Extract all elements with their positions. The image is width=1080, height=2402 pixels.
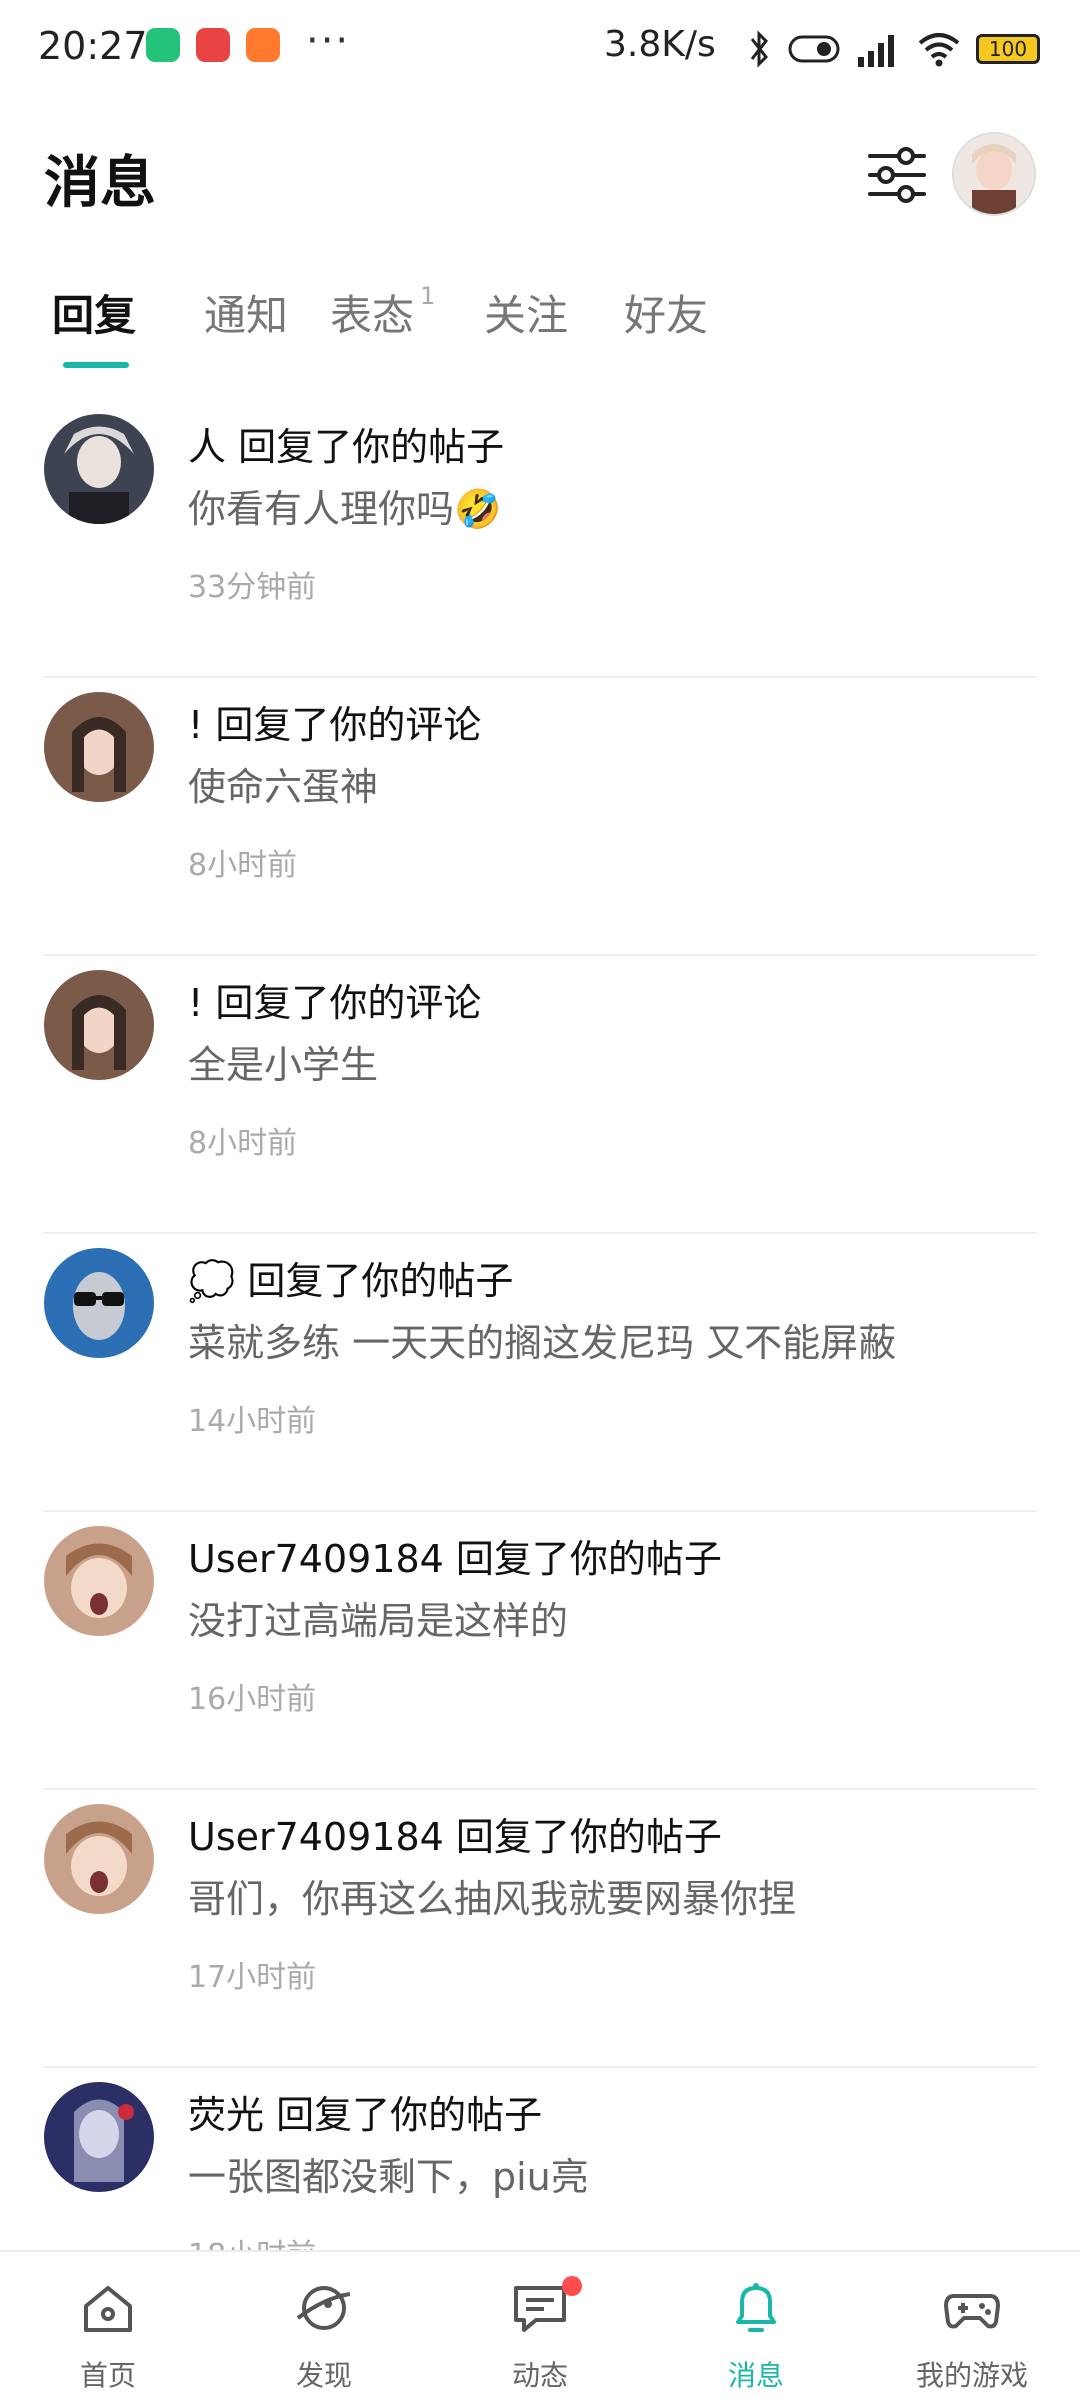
app-icon-orange [246, 28, 280, 62]
message-item[interactable]: User7409184 回复了你的帖子 哥们，你再这么抽风我就要网暴你捏 17小… [0, 1790, 1080, 2068]
tab-reactions-label: 表态 [330, 291, 415, 340]
avatar[interactable] [44, 970, 154, 1080]
bell-icon [736, 2283, 776, 2332]
header: 消息 [0, 120, 1080, 230]
message-time: 8小时前 [188, 1126, 298, 1161]
tab-friends[interactable]: 好友 [624, 282, 708, 343]
nav-label: 首页 [79, 2359, 136, 2392]
tab-replies[interactable]: 回复 [52, 282, 136, 343]
nav-label: 我的游戏 [915, 2359, 1028, 2392]
page-title: 消息 [44, 151, 156, 216]
nav-label: 消息 [727, 2359, 784, 2392]
nav-discover[interactable]: 发现 [216, 2252, 432, 2402]
unread-dot [562, 2276, 582, 2296]
message-title: User7409184 回复了你的帖子 [188, 1815, 722, 1859]
app-icon-red [196, 28, 230, 62]
status-bar: 20:27 ··· 3.8K/s 100 [0, 0, 1080, 96]
nav-messages[interactable]: 消息 [648, 2252, 864, 2402]
tab-notifications[interactable]: 通知 [204, 282, 288, 343]
message-content: 没打过高端局是这样的 [188, 1599, 569, 1643]
message-content: 哥们，你再这么抽风我就要网暴你捏 [188, 1877, 797, 1921]
discover-icon [296, 2286, 351, 2330]
message-item[interactable]: 💭 回复了你的帖子 菜就多练 一天天的搁这发尼玛 又不能屏蔽 14小时前 [0, 1234, 1080, 1512]
tab-reactions[interactable]: 表态 1 [330, 282, 435, 343]
status-icons: 100 [744, 24, 1040, 74]
message-item[interactable]: ! 回复了你的评论 全是小学生 8小时前 [0, 956, 1080, 1234]
message-title: 人 回复了你的帖子 [188, 425, 505, 469]
home-icon [84, 2286, 132, 2332]
vibrate-icon [788, 35, 840, 63]
message-content: 全是小学生 [188, 1043, 379, 1087]
message-content: 你看有人理你吗🤣 [188, 487, 502, 531]
nav-home[interactable]: 首页 [0, 2252, 216, 2402]
nav-feed[interactable]: 动态 [432, 2252, 648, 2402]
wifi-icon [918, 33, 960, 67]
message-time: 14小时前 [188, 1404, 317, 1439]
message-item[interactable]: 人 回复了你的帖子 你看有人理你吗🤣 33分钟前 [0, 400, 1080, 678]
avatar[interactable] [44, 2082, 154, 2192]
message-content: 一张图都没剩下，piu亮 [188, 2155, 589, 2199]
message-title: 荧光 回复了你的帖子 [188, 2093, 543, 2137]
message-time: 16小时前 [188, 1682, 317, 1717]
message-item[interactable]: ! 回复了你的评论 使命六蛋神 8小时前 [0, 678, 1080, 956]
signal-icon [858, 35, 894, 67]
status-time: 20:27 [38, 24, 148, 68]
active-tab-indicator [63, 362, 129, 368]
message-title: ! 回复了你的评论 [188, 703, 482, 747]
avatar[interactable] [44, 1526, 154, 1636]
avatar[interactable] [44, 1804, 154, 1914]
message-time: 8小时前 [188, 848, 298, 883]
bottom-nav: 首页 发现 动态 消息 我的游戏 [0, 2250, 1080, 2402]
message-content: 菜就多练 一天天的搁这发尼玛 又不能屏蔽 [188, 1321, 897, 1365]
message-time: 33分钟前 [188, 570, 317, 605]
bluetooth-icon [750, 30, 768, 68]
message-content: 使命六蛋神 [188, 765, 379, 809]
gamepad-icon [944, 2294, 1000, 2329]
avatar[interactable] [44, 414, 154, 524]
message-item[interactable]: User7409184 回复了你的帖子 没打过高端局是这样的 16小时前 [0, 1512, 1080, 1790]
sliders-icon[interactable] [862, 140, 932, 210]
message-title: 💭 回复了你的帖子 [188, 1259, 514, 1303]
network-speed: 3.8K/s [604, 24, 716, 65]
reaction-count-badge: 1 [420, 282, 436, 310]
nav-my-games[interactable]: 我的游戏 [864, 2252, 1080, 2402]
app-icon-green [146, 28, 180, 62]
avatar[interactable] [44, 1248, 154, 1358]
user-avatar[interactable] [952, 132, 1036, 216]
nav-label: 发现 [295, 2359, 352, 2392]
message-title: ! 回复了你的评论 [188, 981, 482, 1025]
message-time: 17小时前 [188, 1960, 317, 1995]
tab-following[interactable]: 关注 [484, 282, 568, 343]
battery-icon: 100 [976, 34, 1040, 64]
avatar[interactable] [44, 692, 154, 802]
message-title: User7409184 回复了你的帖子 [188, 1537, 722, 1581]
nav-label: 动态 [511, 2359, 568, 2392]
message-tabs: 回复 通知 表态 1 关注 好友 [0, 270, 1080, 380]
more-dots: ··· [306, 18, 351, 64]
